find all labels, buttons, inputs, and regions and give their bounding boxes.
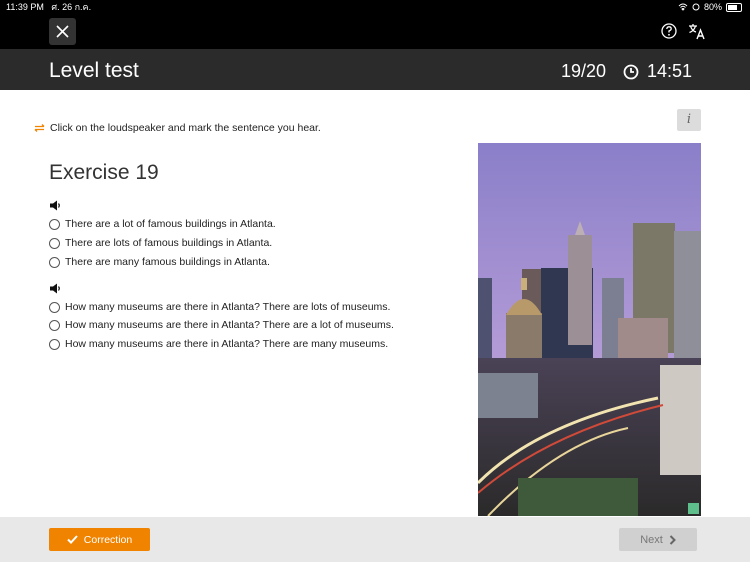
status-bar: 11:39 PM ศ. 26 ก.ค. 80% — [0, 0, 750, 14]
checkmark-icon — [67, 535, 78, 544]
timer: 14:51 — [647, 61, 693, 81]
clock-icon — [623, 64, 639, 80]
status-time: 11:39 PM — [6, 2, 44, 12]
instruction-text: Click on the loudspeaker and mark the se… — [50, 122, 321, 134]
radio-button[interactable] — [49, 256, 60, 268]
help-icon[interactable] — [660, 22, 678, 40]
page-title: Level test — [49, 59, 139, 82]
close-button[interactable] — [49, 18, 76, 45]
chevron-right-icon — [669, 534, 676, 545]
option-label: How many museums are there in Atlanta? T… — [65, 338, 389, 350]
option-label: There are many famous buildings in Atlan… — [65, 256, 270, 268]
answer-option[interactable]: There are lots of famous buildings in At… — [49, 237, 272, 249]
radio-button[interactable] — [49, 319, 60, 331]
option-label: How many museums are there in Atlanta? T… — [65, 301, 391, 313]
answer-option[interactable]: There are many famous buildings in Atlan… — [49, 256, 270, 268]
option-label: There are lots of famous buildings in At… — [65, 237, 273, 249]
option-label: How many museums are there in Atlanta? T… — [65, 319, 394, 331]
radio-button[interactable] — [49, 218, 60, 230]
location-icon — [692, 3, 700, 11]
close-icon — [56, 25, 69, 38]
speaker-icon[interactable] — [49, 200, 62, 211]
answer-option[interactable]: How many museums are there in Atlanta? T… — [49, 301, 390, 313]
battery-percent: 80% — [703, 2, 722, 12]
option-label: There are a lot of famous buildings in A… — [65, 218, 276, 230]
correction-label: Correction — [83, 533, 133, 546]
swap-arrows-icon — [34, 124, 45, 132]
correction-button[interactable]: Correction — [49, 528, 150, 551]
atlanta-skyline-image — [478, 143, 701, 516]
next-button[interactable]: Next — [619, 528, 697, 551]
speaker-icon[interactable] — [49, 283, 62, 294]
status-indicators: 80% — [678, 0, 742, 14]
status-date: ศ. 26 ก.ค. — [51, 2, 92, 12]
next-label: Next — [640, 533, 663, 546]
radio-button[interactable] — [49, 301, 60, 313]
status-time-date: 11:39 PM ศ. 26 ก.ค. — [6, 0, 91, 14]
answer-option[interactable]: How many museums are there in Atlanta? T… — [49, 338, 388, 350]
header-bar: Level test 19/20 14:51 — [0, 49, 750, 90]
top-bar — [0, 14, 750, 49]
footer: Correction Next — [0, 517, 750, 562]
battery-icon — [726, 2, 742, 12]
radio-button[interactable] — [49, 338, 60, 350]
question-progress: 19/20 — [561, 61, 607, 81]
radio-button[interactable] — [49, 237, 60, 249]
answer-option[interactable]: There are a lot of famous buildings in A… — [49, 218, 276, 230]
translate-icon[interactable] — [688, 22, 706, 40]
exercise-title: Exercise 19 — [49, 161, 159, 184]
wifi-icon — [678, 3, 688, 11]
city-photo — [478, 143, 701, 516]
instruction: Click on the loudspeaker and mark the se… — [34, 122, 321, 134]
answer-option[interactable]: How many museums are there in Atlanta? T… — [49, 319, 394, 331]
info-button[interactable]: i — [677, 109, 701, 131]
